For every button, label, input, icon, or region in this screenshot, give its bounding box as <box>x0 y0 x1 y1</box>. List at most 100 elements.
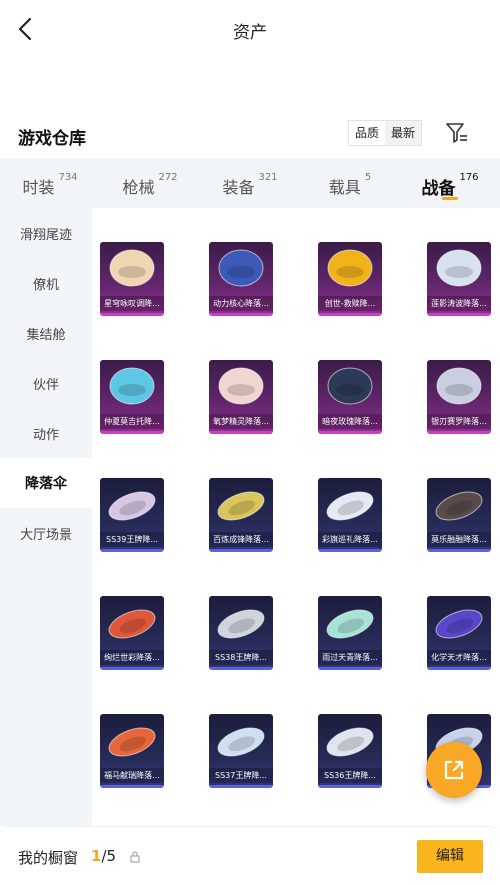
parachute-item-card[interactable]: 动力核心降落... <box>209 242 273 316</box>
sort-quality-button[interactable]: 品质 <box>349 121 386 145</box>
parachute-item-card[interactable]: 福马献瑞降落... <box>100 714 164 788</box>
parachute-item-card[interactable]: SS36王牌降... <box>318 714 382 788</box>
parachute-item-name: SS38王牌降... <box>209 650 273 665</box>
filter-button[interactable] <box>444 120 470 146</box>
parachute-item-card[interactable]: 雨过天青降落... <box>318 596 382 670</box>
parachute-item-name: 银刃赛罗降落... <box>427 414 491 429</box>
parachute-icon <box>326 727 374 757</box>
tab-count: 734 <box>58 172 78 183</box>
parachute-icon <box>327 249 373 287</box>
parachute-icon <box>218 367 264 405</box>
subcategory-sidebar: 滑翔尾迹 僚机 集结舱 伙伴 动作 降落伞 大厅场景 <box>0 208 92 826</box>
parachute-item-name: 氧梦精灵降落... <box>209 414 273 429</box>
parachute-icon <box>218 249 264 287</box>
tab-label: 枪械 <box>122 178 155 197</box>
parachute-icon <box>108 727 156 757</box>
showcase-count: 1/5 <box>91 847 116 865</box>
parachute-item-name: 动力核心降落... <box>209 296 273 311</box>
showcase-label: 我的橱窗 <box>18 849 79 867</box>
showcase-total: /5 <box>101 847 117 865</box>
section-title: 游戏仓库 <box>18 129 86 149</box>
filter-icon <box>446 123 467 143</box>
lock-icon <box>130 851 140 863</box>
sidebar-item-parachute[interactable]: 降落伞 <box>0 458 92 508</box>
parachute-grid: 星穹咏叹调降... 动力核心降落... 创世-救赎降... 莲影涛波降落... 仲夏莫吉… <box>92 208 500 826</box>
parachute-item-name: SS36王牌降... <box>318 768 382 783</box>
parachute-icon <box>436 249 482 287</box>
parachute-item-name: 绚烂世彩降落... <box>100 650 164 665</box>
app-screen: 资产 游戏仓库 品质 最新 时装 734 枪械 272 装备 321 载具 5 … <box>0 0 500 885</box>
parachute-item-name: SS37王牌降... <box>209 768 273 783</box>
sort-latest-button[interactable]: 最新 <box>385 121 421 145</box>
tab-fashion[interactable]: 时装 734 <box>0 158 100 208</box>
parachute-icon <box>327 367 373 405</box>
share-button[interactable] <box>426 742 482 798</box>
sidebar-item-assembly-pod[interactable]: 集结舱 <box>0 308 92 358</box>
parachute-item-card[interactable]: 暗夜玫瑰降落... <box>318 360 382 434</box>
parachute-icon <box>108 491 156 521</box>
parachute-icon <box>217 609 265 639</box>
tab-label: 战备 <box>421 179 456 199</box>
category-tabs: 时装 734 枪械 272 装备 321 载具 5 战备 176 <box>0 158 500 208</box>
tab-count: 272 <box>158 172 178 183</box>
edit-button[interactable]: 编辑 <box>417 840 483 873</box>
tab-label: 时装 <box>22 178 55 197</box>
parachute-item-card[interactable]: SS38王牌降... <box>209 596 273 670</box>
tab-battle-gear[interactable]: 战备 176 <box>400 158 500 208</box>
parachute-item-card[interactable]: 化学天才降落... <box>427 596 491 670</box>
sidebar-item-glide-trail[interactable]: 滑翔尾迹 <box>0 208 92 258</box>
page-title: 资产 <box>233 23 267 43</box>
parachute-item-card[interactable]: 创世-救赎降... <box>318 242 382 316</box>
active-tab-indicator <box>442 197 458 200</box>
parachute-item-name: 暗夜玫瑰降落... <box>318 414 382 429</box>
parachute-item-name: 创世-救赎降... <box>318 296 382 311</box>
parachute-icon <box>109 249 155 287</box>
parachute-item-name: 百炼成锋降落... <box>209 532 273 547</box>
share-icon <box>444 760 464 780</box>
tab-count: 5 <box>364 172 372 183</box>
parachute-item-name: 雨过天青降落... <box>318 650 382 665</box>
parachute-icon <box>326 609 374 639</box>
tab-label: 装备 <box>222 178 255 197</box>
parachute-item-card[interactable]: 仲夏莫吉托降... <box>100 360 164 434</box>
parachute-item-card[interactable]: 绚烂世彩降落... <box>100 596 164 670</box>
showcase-bar: 我的橱窗 1/5 编辑 <box>0 826 500 885</box>
tab-label: 载具 <box>328 178 361 197</box>
tab-weapons[interactable]: 枪械 272 <box>100 158 200 208</box>
parachute-icon <box>109 367 155 405</box>
tab-count: 321 <box>258 172 278 183</box>
parachute-item-name: 福马献瑞降落... <box>100 768 164 783</box>
parachute-icon <box>217 727 265 757</box>
parachute-icon <box>326 491 374 521</box>
parachute-item-card[interactable]: 银刃赛罗降落... <box>427 360 491 434</box>
parachute-item-card[interactable]: 莫乐融融降落... <box>427 478 491 552</box>
parachute-icon <box>217 491 265 521</box>
top-bar: 资产 <box>0 0 500 60</box>
parachute-icon <box>435 491 483 521</box>
parachute-item-card[interactable]: 氧梦精灵降落... <box>209 360 273 434</box>
tab-vehicles[interactable]: 载具 5 <box>300 158 400 208</box>
sidebar-item-wingman[interactable]: 僚机 <box>0 258 92 308</box>
sidebar-item-emote[interactable]: 动作 <box>0 408 92 458</box>
parachute-item-card[interactable]: 星穹咏叹调降... <box>100 242 164 316</box>
sidebar-item-lobby-scene[interactable]: 大厅场景 <box>0 508 92 558</box>
parachute-item-name: 化学天才降落... <box>427 650 491 665</box>
parachute-item-card[interactable]: 彩旗巡礼降落... <box>318 478 382 552</box>
parachute-item-name: 莫乐融融降落... <box>427 532 491 547</box>
section-header: 游戏仓库 品质 最新 <box>0 118 500 154</box>
parachute-item-name: 星穹咏叹调降... <box>100 296 164 311</box>
tab-equipment[interactable]: 装备 321 <box>200 158 300 208</box>
tab-count: 176 <box>459 172 479 183</box>
parachute-item-name: 莲影涛波降落... <box>427 296 491 311</box>
parachute-item-card[interactable]: 百炼成锋降落... <box>209 478 273 552</box>
parachute-item-card[interactable]: SS39王牌降... <box>100 478 164 552</box>
parachute-icon <box>435 609 483 639</box>
showcase-current: 1 <box>91 847 102 865</box>
sidebar-item-companion[interactable]: 伙伴 <box>0 358 92 408</box>
parachute-item-name: 彩旗巡礼降落... <box>318 532 382 547</box>
parachute-item-card[interactable]: SS37王牌降... <box>209 714 273 788</box>
parachute-item-card[interactable]: 莲影涛波降落... <box>427 242 491 316</box>
parachute-icon <box>108 609 156 639</box>
sort-toggle: 品质 最新 <box>348 120 423 146</box>
parachute-icon <box>436 367 482 405</box>
